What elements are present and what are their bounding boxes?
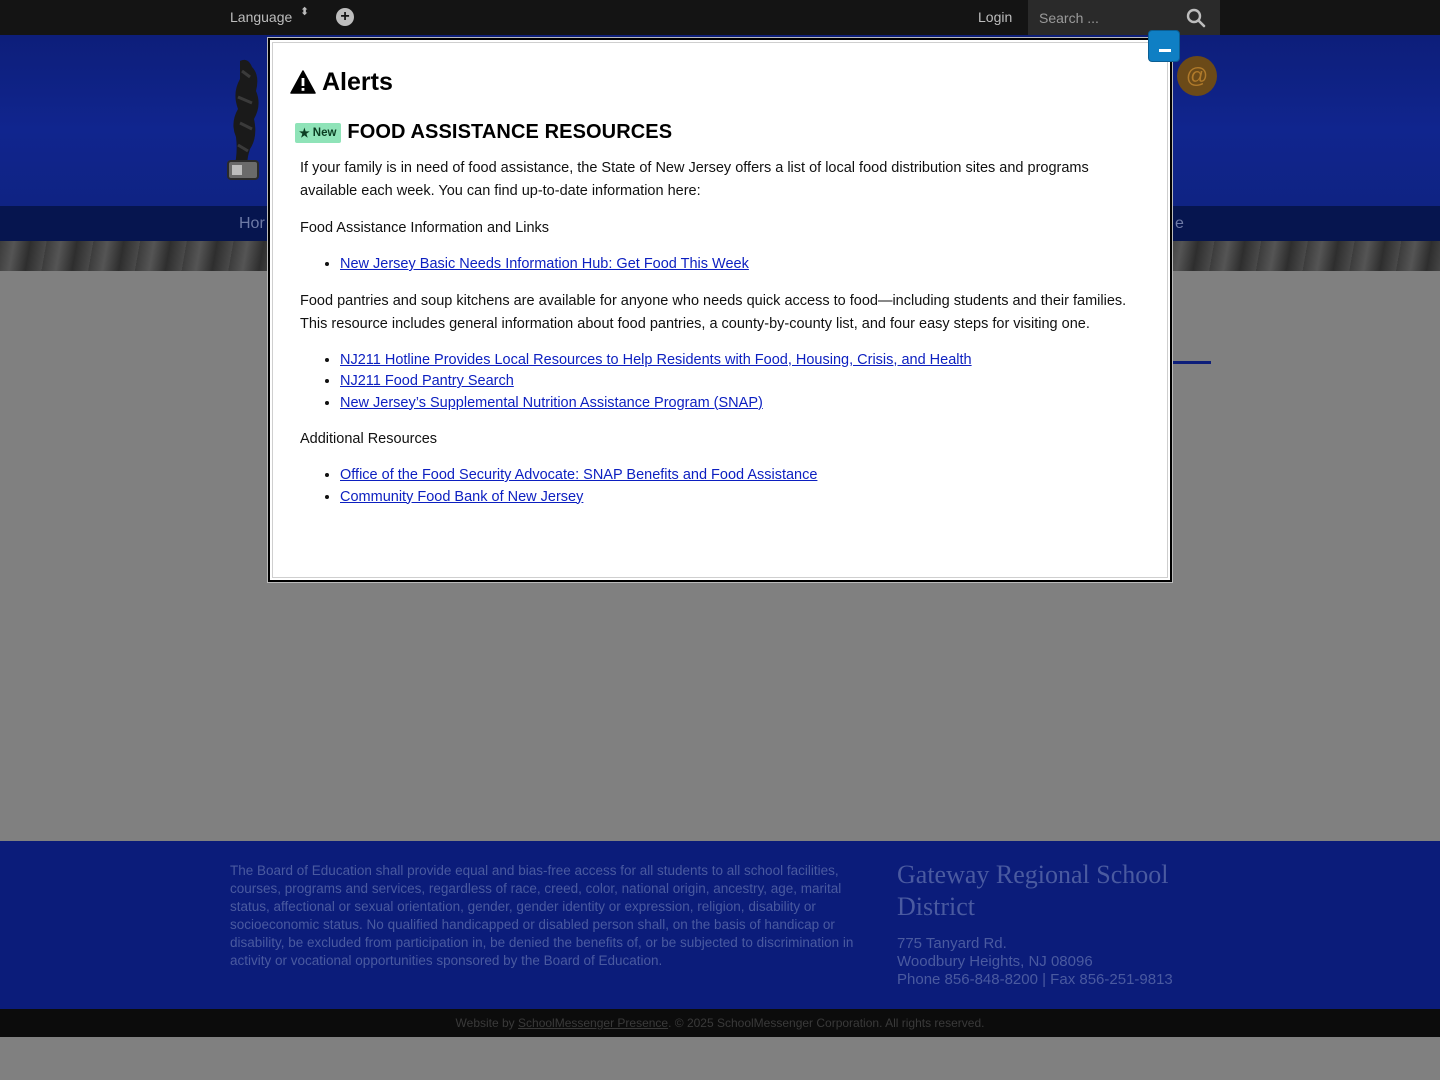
list-item: New Jersey Basic Needs Information Hub: …: [340, 254, 1140, 276]
phone-fax-line: Phone 856-848-8200 | Fax 856-251-9813: [897, 971, 1173, 988]
schoolmessenger-link[interactable]: SchoolMessenger Presence: [518, 1016, 668, 1030]
list-item: Community Food Bank of New Jersey: [340, 487, 1140, 509]
section2-links: NJ211 Hotline Provides Local Resources t…: [340, 350, 1140, 415]
language-selector[interactable]: Language: [230, 9, 292, 25]
content-accent-line: [1170, 361, 1211, 364]
email-at-icon[interactable]: @: [1177, 56, 1217, 96]
alert-heading-row: ★ New FOOD ASSISTANCE RESOURCES: [295, 121, 672, 144]
warning-triangle-icon: [290, 70, 316, 94]
nav-item-last[interactable]: e: [1175, 215, 1184, 233]
section1-title: Food Assistance Information and Links: [300, 220, 550, 236]
section3-links: Office of the Food Security Advocate: SN…: [340, 465, 1140, 508]
minimize-alerts-button[interactable]: [1148, 30, 1180, 62]
new-badge: ★ New: [295, 122, 342, 143]
site-footer: The Board of Education shall provide equ…: [0, 841, 1440, 1009]
language-caret-icon: ⬍: [300, 6, 310, 18]
search-box: [1028, 0, 1220, 35]
alert-body: If your family is in need of food assist…: [300, 157, 1140, 522]
nav-item-home[interactable]: Hor: [239, 215, 265, 233]
alerts-title: Alerts: [290, 67, 393, 97]
pantries-text: Food pantries and soup kitchens are avai…: [300, 292, 1127, 332]
non-discrimination-policy: The Board of Education shall provide equ…: [230, 863, 854, 968]
address-line-1: 775 Tanyard Rd.: [897, 935, 1007, 952]
section3-title: Additional Resources: [300, 431, 438, 447]
footer-address: 775 Tanyard Rd. Woodbury Heights, NJ 080…: [897, 935, 1173, 989]
alert-heading: FOOD ASSISTANCE RESOURCES: [347, 121, 673, 143]
list-item: NJ211 Food Pantry Search: [340, 371, 1140, 393]
star-icon: ★: [299, 125, 310, 140]
address-line-2: Woodbury Heights, NJ 08096: [897, 953, 1093, 970]
list-item: NJ211 Hotline Provides Local Resources t…: [340, 350, 1140, 372]
nj211-pantry-search-link[interactable]: NJ211 Food Pantry Search: [340, 373, 514, 389]
snap-program-link[interactable]: New Jersey’s Supplemental Nutrition Assi…: [340, 395, 763, 411]
list-item: New Jersey’s Supplemental Nutrition Assi…: [340, 393, 1140, 415]
food-security-advocate-link[interactable]: Office of the Food Security Advocate: SN…: [340, 467, 817, 483]
top-utility-bar: Language ⬍ + Login: [0, 0, 1440, 35]
section1-links: New Jersey Basic Needs Information Hub: …: [340, 254, 1140, 276]
credits-text: Website by SchoolMessenger Presence. © 2…: [455, 1016, 985, 1030]
list-item: Office of the Food Security Advocate: SN…: [340, 465, 1140, 487]
community-food-bank-link[interactable]: Community Food Bank of New Jersey: [340, 489, 583, 505]
search-icon[interactable]: [1186, 8, 1206, 28]
district-logo-icon[interactable]: [226, 57, 270, 181]
page-bottom-area: [0, 1037, 1440, 1080]
add-plus-icon[interactable]: +: [336, 8, 354, 26]
nj211-hotline-link[interactable]: NJ211 Hotline Provides Local Resources t…: [340, 352, 972, 368]
footer-district-name: Gateway Regional School District: [897, 860, 1169, 921]
minus-icon: [1159, 49, 1171, 52]
alert-intro: If your family is in need of food assist…: [300, 160, 1089, 199]
credits-bar: Website by SchoolMessenger Presence. © 2…: [0, 1009, 1440, 1037]
modal-title: Alerts: [322, 67, 393, 96]
login-link[interactable]: Login: [978, 9, 1012, 25]
basic-needs-hub-link[interactable]: New Jersey Basic Needs Information Hub: …: [340, 256, 749, 272]
